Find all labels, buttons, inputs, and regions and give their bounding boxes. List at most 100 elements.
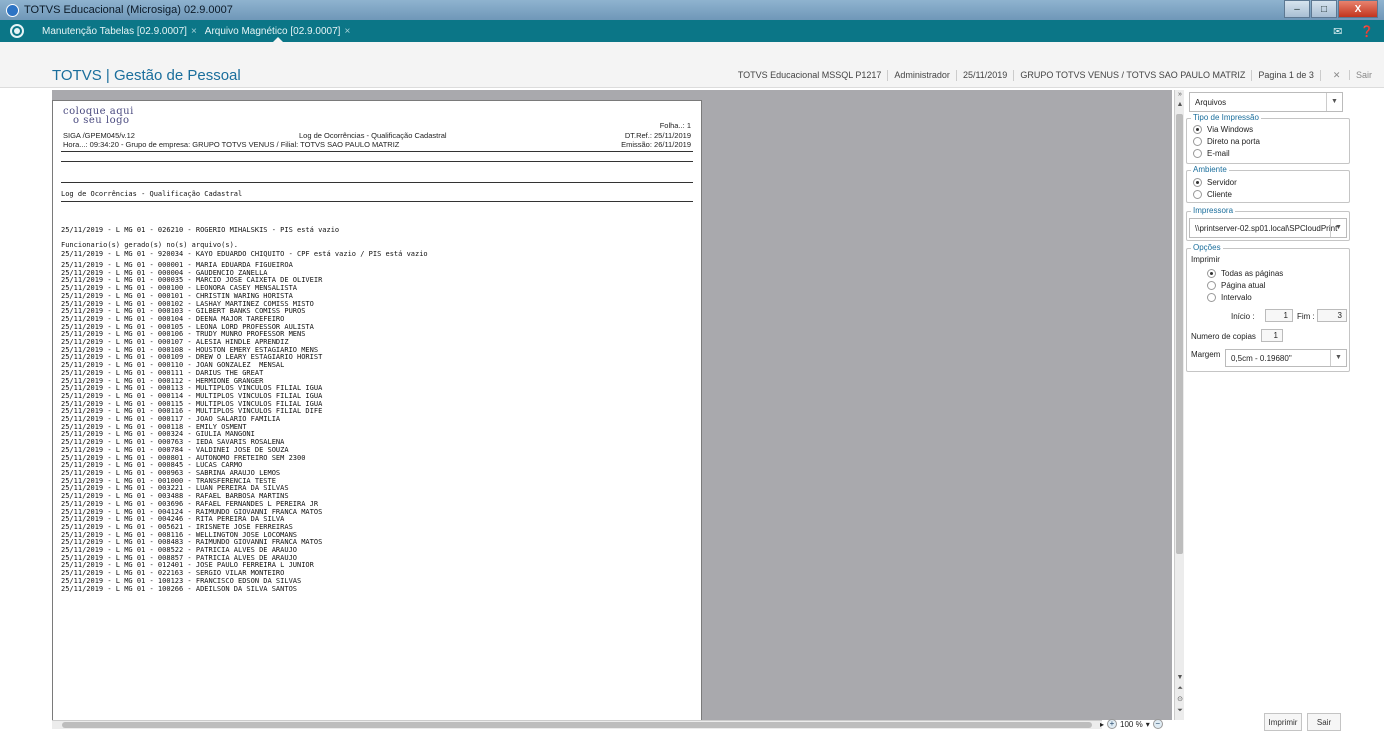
printer-select[interactable]: \\printserver-02.sp01.local\SPCloudPrint… — [1189, 218, 1347, 238]
exit-button[interactable]: Sair — [1307, 713, 1341, 731]
radio-label: Todas as páginas — [1221, 269, 1284, 278]
radio-icon[interactable] — [1193, 190, 1202, 199]
exit-label: Sair — [1348, 70, 1378, 80]
logo-line-2: o seu logo — [73, 115, 130, 126]
exit-link[interactable]: ✕ Sair — [1319, 70, 1384, 81]
radio-label: Servidor — [1207, 178, 1237, 187]
window-title: TOTVS Educacional (Microsiga) 02.9.0007 — [24, 4, 233, 16]
radio-intervalo[interactable]: Intervalo — [1207, 293, 1252, 302]
chevron-down-icon[interactable]: ▼ — [1330, 350, 1346, 366]
section-divider — [61, 182, 693, 183]
radio-selected-icon[interactable] — [1193, 125, 1202, 134]
zoom-control: ▸ + 100 % ▾ − — [1100, 718, 1163, 730]
app-window: TOTVS Educacional (Microsiga) 02.9.0007 … — [0, 0, 1384, 743]
vertical-scrollbar[interactable]: » ▲ ▼ ⏶ ⊙ ⏷ — [1174, 90, 1184, 720]
start-page-input[interactable]: 1 — [1265, 309, 1293, 322]
generated-title: Funcionario(s) gerado(s) no(s) arquivo(s… — [61, 241, 239, 249]
group-title: Ambiente — [1191, 165, 1229, 174]
output-select[interactable]: Arquivos ▼ — [1189, 92, 1343, 112]
current-page-icon[interactable]: ⊙ — [1175, 695, 1185, 705]
start-page-label: Início : — [1231, 312, 1255, 321]
output-select-value: Arquivos — [1195, 97, 1227, 107]
radio-icon[interactable] — [1193, 137, 1202, 146]
maximize-button[interactable]: □ — [1311, 0, 1337, 18]
margin-label: Margem — [1191, 350, 1221, 359]
environment-group: Ambiente Servidor Cliente — [1186, 165, 1350, 203]
tab-close-icon[interactable]: × — [191, 26, 197, 37]
date-info: 25/11/2019 — [955, 70, 1013, 81]
group-title: Impressora — [1191, 206, 1236, 215]
radio-label: Intervalo — [1221, 293, 1252, 302]
report-emissao: Emissão: 26/11/2019 — [621, 140, 691, 149]
collapse-panel-icon[interactable]: » — [1175, 90, 1185, 100]
radio-icon[interactable] — [1207, 293, 1216, 302]
zoom-out-icon[interactable]: − — [1152, 719, 1163, 729]
zoom-in-icon[interactable]: + — [1107, 719, 1118, 729]
scroll-right-icon[interactable]: ▸ — [1100, 720, 1104, 729]
print-type-group: Tipo de Impressão Via Windows Direto na … — [1186, 113, 1350, 164]
printer-group: Impressora \\printserver-02.sp01.local\S… — [1186, 206, 1350, 241]
scroll-thumb[interactable] — [1176, 114, 1183, 554]
error-row: 25/11/2019 - L MG 01 - 920034 - KAYO EDU… — [61, 249, 428, 258]
copies-input[interactable]: 1 — [1261, 329, 1283, 342]
app-icon — [6, 3, 19, 17]
last-page-icon[interactable]: ⏷ — [1175, 706, 1185, 716]
options-group: Opções Imprimir Todas as páginas Página … — [1186, 243, 1350, 372]
tab-manutencao-tabelas[interactable]: Manutenção Tabelas [02.9.0007] × — [38, 20, 201, 42]
user-info: Administrador — [887, 70, 956, 81]
app-header: TOTVS | Gestão de Pessoal TOTVS Educacio… — [0, 42, 1384, 88]
company-info: GRUPO TOTVS VENUS / TOTVS SAO PAULO MATR… — [1013, 70, 1251, 81]
radio-via-windows[interactable]: Via Windows — [1193, 125, 1253, 134]
radio-todas-paginas[interactable]: Todas as páginas — [1207, 269, 1283, 278]
header-divider — [61, 151, 693, 152]
report-time-line: Hora...: 09:34:20 - Grupo de empresa: GR… — [63, 140, 400, 149]
scroll-thumb[interactable] — [62, 722, 1092, 728]
margin-select[interactable]: 0,5cm - 0.19680" ▼ — [1225, 349, 1347, 367]
end-page-input[interactable]: 3 — [1317, 309, 1347, 322]
tab-arquivo-magnetico[interactable]: Arquivo Magnético [02.9.0007] × — [201, 20, 355, 42]
printer-select-value: \\printserver-02.sp01.local\SPCloudPrint — [1195, 223, 1338, 233]
report-header-title: Log de Ocorrências - Qualificação Cadast… — [299, 131, 447, 140]
totvs-logo-icon[interactable] — [10, 24, 24, 38]
radio-icon[interactable] — [1193, 149, 1202, 158]
employee-row: 25/11/2019 - L MG 01 - 100266 - ADEILSON… — [61, 584, 298, 593]
radio-email[interactable]: E-mail — [1193, 149, 1230, 158]
environment-info: TOTVS Educacional MSSQL P1217 — [737, 70, 882, 80]
chevron-down-icon[interactable]: ▼ — [1330, 219, 1346, 237]
scroll-up-icon[interactable]: ▲ — [1175, 100, 1185, 110]
close-window-button[interactable]: X — [1338, 0, 1378, 18]
radio-direto-porta[interactable]: Direto na porta — [1193, 137, 1260, 146]
margin-select-value: 0,5cm - 0.19680" — [1231, 353, 1292, 363]
close-icon: ✕ — [1332, 70, 1341, 80]
report-folha: Folha..: 1 — [659, 121, 691, 130]
tab-label: Manutenção Tabelas [02.9.0007] — [42, 25, 187, 37]
horizontal-scrollbar[interactable] — [52, 720, 1102, 729]
report-preview[interactable]: coloque aqui o seu logo SIGA /GPEM045/v.… — [52, 90, 1172, 720]
chevron-down-icon[interactable]: ▼ — [1326, 93, 1342, 111]
minimize-button[interactable]: – — [1284, 0, 1310, 18]
tab-label: Arquivo Magnético [02.9.0007] — [204, 25, 341, 37]
header-divider — [61, 161, 693, 162]
first-page-icon[interactable]: ⏶ — [1175, 684, 1185, 694]
radio-cliente[interactable]: Cliente — [1193, 190, 1232, 199]
report-page: coloque aqui o seu logo SIGA /GPEM045/v.… — [52, 100, 702, 720]
radio-label: Via Windows — [1207, 125, 1254, 134]
tab-close-icon[interactable]: × — [344, 26, 350, 37]
group-title: Opções — [1191, 243, 1223, 252]
scroll-down-icon[interactable]: ▼ — [1175, 673, 1185, 683]
radio-pagina-atual[interactable]: Página atual — [1207, 281, 1265, 290]
radio-selected-icon[interactable] — [1207, 269, 1216, 278]
zoom-dropdown-icon[interactable]: ▾ — [1146, 720, 1150, 729]
radio-selected-icon[interactable] — [1193, 178, 1202, 187]
radio-icon[interactable] — [1207, 281, 1216, 290]
window-controls: – □ X — [1283, 0, 1378, 20]
page-info: Pagina 1 de 3 — [1251, 70, 1320, 81]
employee-list: 25/11/2019 - L MG 01 - 000001 - MARIA ED… — [61, 261, 322, 593]
mail-icon[interactable]: ✉ — [1333, 25, 1342, 38]
help-icon[interactable]: ❓ — [1360, 25, 1374, 38]
error-row: 25/11/2019 - L MG 01 - 026210 - ROGERIO … — [61, 226, 340, 235]
print-button[interactable]: Imprimir — [1264, 713, 1302, 731]
report-program: SIGA /GPEM045/v.12 — [63, 131, 135, 140]
radio-servidor[interactable]: Servidor — [1193, 178, 1237, 187]
print-options-panel: Arquivos ▼ Tipo de Impressão Via Windows… — [1186, 90, 1350, 730]
